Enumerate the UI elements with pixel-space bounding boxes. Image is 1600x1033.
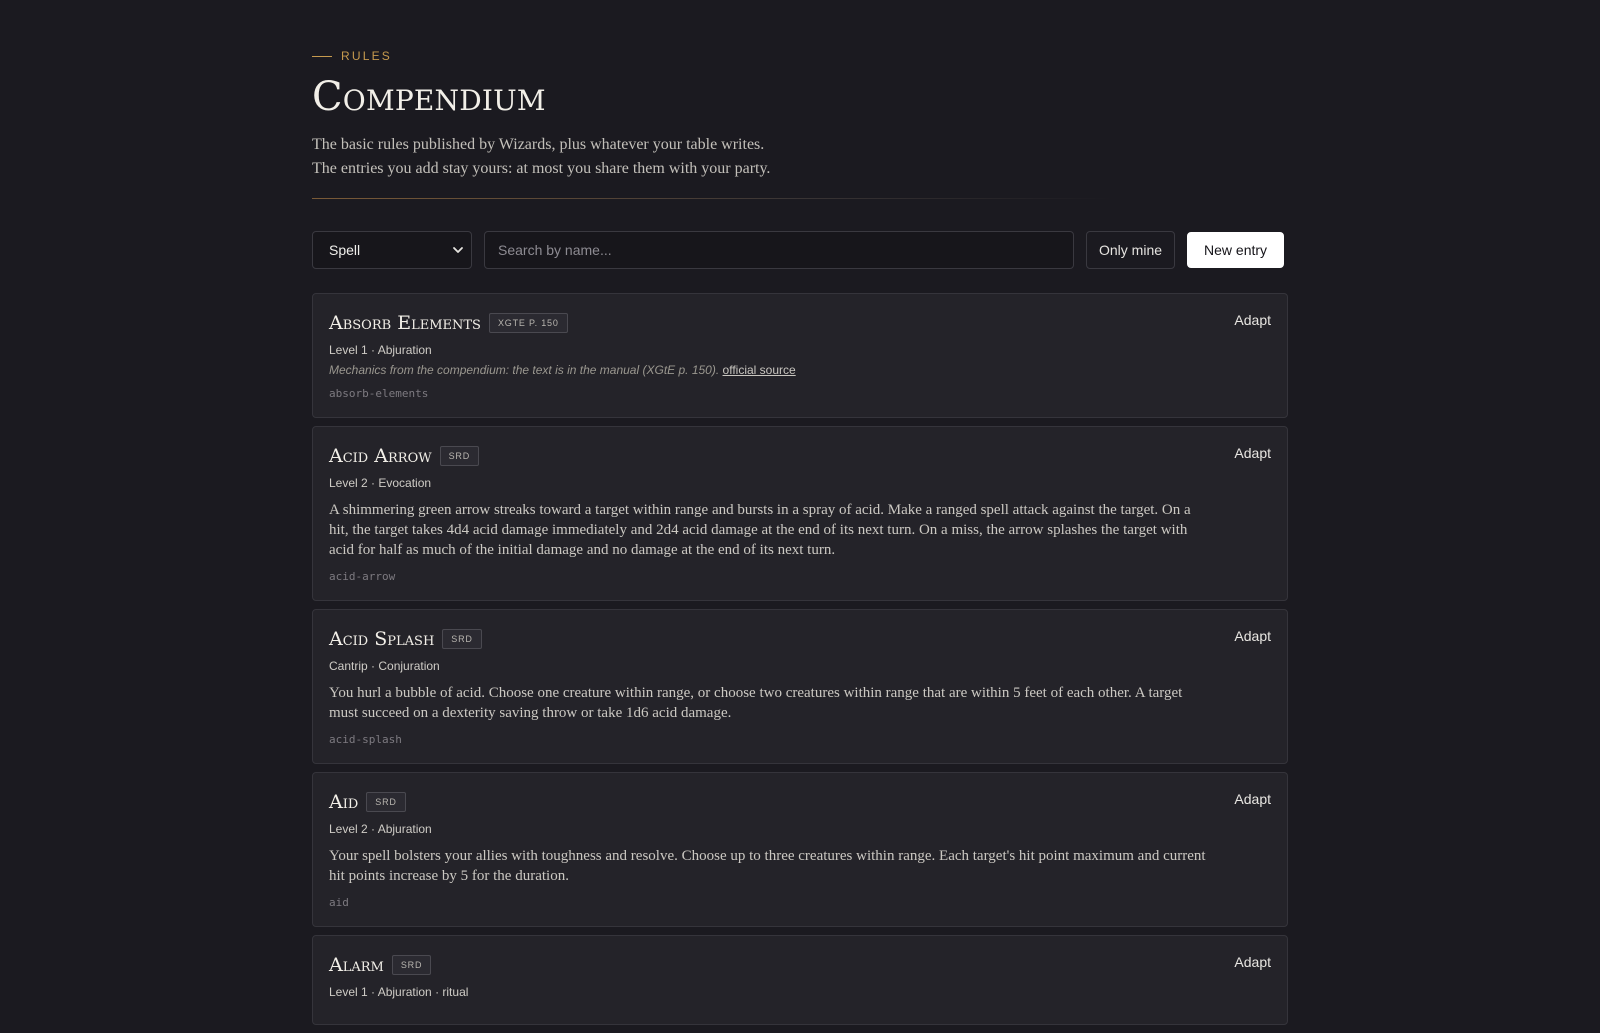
chevron-down-icon	[453, 247, 463, 253]
source-badge: SRD	[442, 629, 482, 649]
list-item: Alarm SRD Adapt Level 1 · Abjuration · r…	[312, 935, 1288, 1025]
list-item: Absorb Elements XGTE P. 150 Adapt Level …	[312, 293, 1288, 418]
entry-type-selected: Spell	[329, 242, 361, 258]
entry-meta: Level 1 · Abjuration	[329, 343, 432, 357]
entry-name: Acid Arrow	[329, 445, 432, 467]
intro-line: The basic rules published by Wizards, pl…	[312, 136, 765, 153]
search-input[interactable]	[484, 231, 1074, 269]
source-badge: SRD	[439, 446, 479, 466]
source-badge: SRD	[391, 955, 432, 975]
intro-line: The entries you add stay yours: at most …	[312, 160, 771, 177]
eyebrow-label: RULES	[341, 49, 393, 63]
entry-note-text: Mechanics from the compendium: the text …	[329, 363, 720, 377]
entry-description: You hurl a bubble of acid. Choose one cr…	[329, 685, 1183, 721]
adapt-button[interactable]: Adapt	[1234, 312, 1271, 328]
entry-note: Mechanics from the compendium: the text …	[329, 362, 1271, 378]
list-item: Acid Arrow SRD Adapt Level 2 · Evocation…	[312, 426, 1288, 601]
page-intro: The basic rules published by Wizards, pl…	[312, 133, 1288, 181]
entry-name: Absorb Elements	[329, 312, 481, 334]
entry-slug: acid-splash	[329, 733, 402, 746]
entry-slug: aid	[329, 896, 349, 909]
entry-slug: acid-arrow	[329, 570, 396, 583]
entry-header: Acid Splash SRD	[329, 626, 1271, 652]
entry-description: Your spell bolsters your allies with tou…	[329, 848, 1206, 884]
filter-toolbar: Spell Only mine New entry	[312, 231, 1288, 269]
entry-description: A shimmering green arrow streaks toward …	[329, 502, 1191, 558]
entry-name: Alarm	[329, 954, 384, 976]
list-item: Aid SRD Adapt Level 2 · Abjuration Your …	[312, 772, 1288, 927]
new-entry-button[interactable]: New entry	[1187, 232, 1285, 268]
entry-meta: Cantrip · Conjuration	[329, 659, 440, 673]
adapt-button[interactable]: Adapt	[1234, 791, 1271, 807]
entry-header: Alarm SRD	[329, 952, 1271, 978]
entry-header: Aid SRD	[329, 789, 1271, 815]
entry-meta: Level 2 · Evocation	[329, 476, 432, 490]
entry-name: Aid	[329, 791, 359, 813]
entry-header: Acid Arrow SRD	[329, 443, 1271, 469]
source-badge: SRD	[366, 792, 406, 812]
official-source-link[interactable]: official source	[723, 363, 796, 377]
section-eyebrow: RULES	[312, 49, 1288, 63]
source-badge: XGTE P. 150	[488, 313, 568, 333]
entry-slug: absorb-elements	[329, 387, 429, 400]
entry-header: Absorb Elements XGTE P. 150	[329, 310, 1271, 336]
list-item: Acid Splash SRD Adapt Cantrip · Conjurat…	[312, 609, 1288, 764]
entry-type-select[interactable]: Spell	[312, 231, 472, 269]
adapt-button[interactable]: Adapt	[1234, 628, 1271, 644]
page-content: RULES Compendium The basic rules publish…	[312, 0, 1288, 1033]
eyebrow-rule	[312, 55, 332, 57]
only-mine-toggle[interactable]: Only mine	[1086, 231, 1176, 269]
entry-meta: Level 2 · Abjuration	[329, 822, 432, 836]
header-divider	[312, 198, 1112, 199]
entry-name: Acid Splash	[329, 628, 435, 650]
adapt-button[interactable]: Adapt	[1234, 954, 1271, 970]
entry-list: Absorb Elements XGTE P. 150 Adapt Level …	[312, 293, 1288, 1025]
entry-meta: Level 1 · Abjuration · ritual	[329, 985, 469, 999]
adapt-button[interactable]: Adapt	[1234, 445, 1271, 461]
page-title: Compendium	[312, 74, 546, 120]
